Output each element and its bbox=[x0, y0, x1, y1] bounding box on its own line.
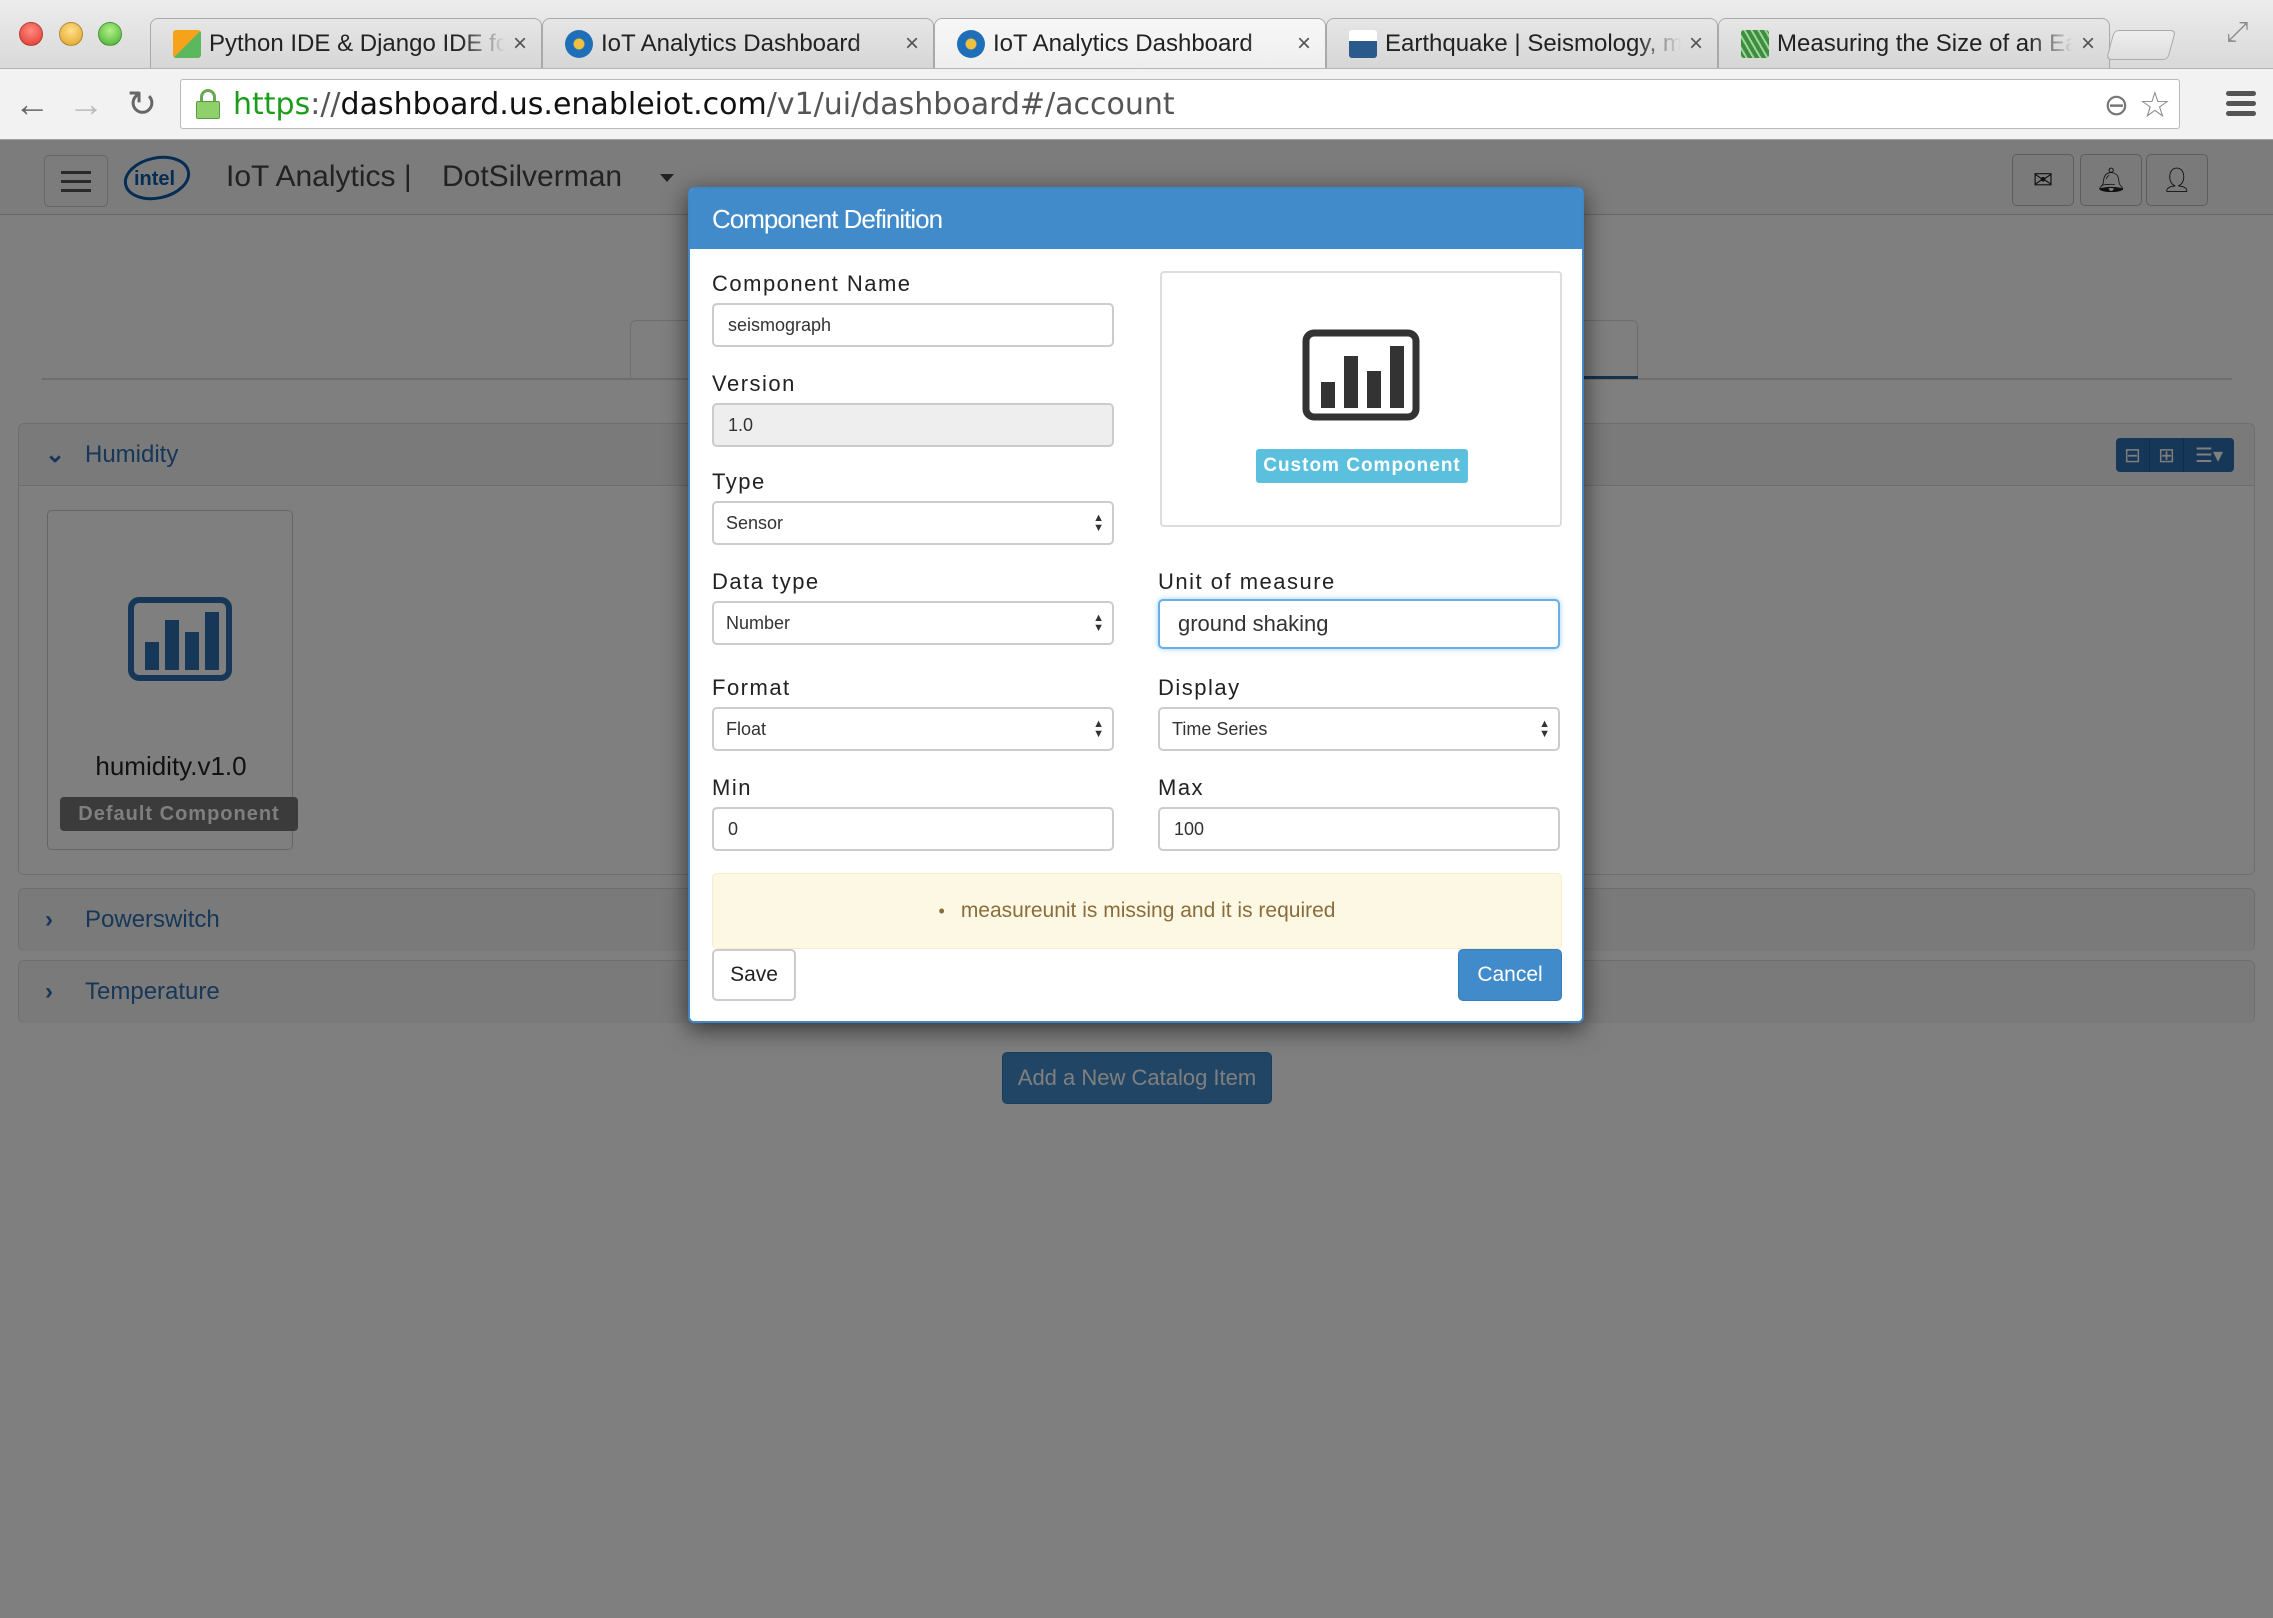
save-button[interactable]: Save bbox=[712, 949, 796, 1001]
forward-icon[interactable]: → bbox=[66, 83, 106, 125]
browser-tab-active[interactable]: IoT Analytics Dashboard × bbox=[934, 18, 1326, 68]
tab-title: Python IDE & Django IDE for Web develope… bbox=[209, 29, 505, 57]
zoom-out-icon[interactable]: ⊖ bbox=[2104, 88, 2129, 123]
select-arrows-icon: ▲ ▼ bbox=[1093, 512, 1104, 534]
display-select-value: Time Series bbox=[1172, 718, 1268, 739]
back-icon[interactable]: ← bbox=[12, 83, 52, 125]
modal-title: Component Definition bbox=[690, 189, 1582, 249]
type-select[interactable]: Sensor ▲ ▼ bbox=[712, 501, 1114, 545]
bullet-icon: • bbox=[938, 900, 945, 921]
iot-dashboard-icon bbox=[957, 29, 985, 58]
new-tab-button[interactable] bbox=[2105, 30, 2177, 60]
select-arrows-icon: ▲ ▼ bbox=[1093, 612, 1104, 634]
url-text[interactable]: https://dashboard.us.enableiot.com/v1/ui… bbox=[233, 87, 1175, 122]
data-type-label: Data type bbox=[712, 569, 820, 594]
lock-icon bbox=[195, 89, 221, 119]
component-name-input[interactable]: seismograph bbox=[712, 303, 1114, 347]
iot-dashboard-icon bbox=[565, 29, 593, 58]
max-label: Max bbox=[1158, 775, 1205, 800]
component-preview: Custom Component bbox=[1160, 271, 1562, 527]
min-label: Min bbox=[712, 775, 752, 800]
reload-icon[interactable]: ↻ bbox=[122, 83, 162, 125]
component-name-label: Component Name bbox=[712, 271, 912, 296]
error-message: measureunit is missing and it is require… bbox=[960, 899, 1336, 922]
type-label: Type bbox=[712, 469, 766, 494]
max-input[interactable]: 100 bbox=[1158, 807, 1560, 851]
version-input: 1.0 bbox=[712, 403, 1114, 447]
data-type-select-value: Number bbox=[726, 612, 791, 633]
display-label: Display bbox=[1158, 675, 1241, 700]
browser-tab-strip: Python IDE & Django IDE for Web develope… bbox=[0, 0, 2273, 68]
bar-chart-icon bbox=[1302, 329, 1420, 421]
close-tab-icon[interactable]: × bbox=[1297, 30, 1311, 58]
tab-title: IoT Analytics Dashboard bbox=[993, 29, 1253, 57]
address-bar[interactable]: https://dashboard.us.enableiot.com/v1/ui… bbox=[180, 79, 2180, 129]
browser-tab[interactable]: Python IDE & Django IDE for Web develope… bbox=[150, 18, 542, 68]
unit-of-measure-input[interactable]: ground shaking bbox=[1158, 599, 1560, 649]
custom-component-badge: Custom Component bbox=[1256, 449, 1468, 483]
type-select-value: Sensor bbox=[726, 512, 784, 533]
select-arrows-icon: ▲ ▼ bbox=[1093, 718, 1104, 740]
close-tab-icon[interactable]: × bbox=[905, 30, 919, 58]
display-select[interactable]: Time Series ▲ ▼ bbox=[1158, 707, 1560, 751]
tab-title: Measuring the Size of an Earthquake bbox=[1777, 29, 2073, 57]
cancel-button[interactable]: Cancel bbox=[1458, 949, 1562, 1001]
data-type-select[interactable]: Number ▲ ▼ bbox=[712, 601, 1114, 645]
select-arrows-icon: ▲ ▼ bbox=[1539, 718, 1550, 740]
fullscreen-icon[interactable]: ⤢ bbox=[2226, 16, 2256, 47]
browser-tab[interactable]: IoT Analytics Dashboard × bbox=[542, 18, 934, 68]
close-tab-icon[interactable]: × bbox=[1689, 30, 1703, 58]
earthquake-site-icon bbox=[1349, 29, 1377, 58]
zoom-window-button[interactable] bbox=[98, 22, 122, 46]
unit-of-measure-label: Unit of measure bbox=[1158, 569, 1336, 594]
browser-menu-icon[interactable] bbox=[2226, 91, 2256, 121]
version-label: Version bbox=[712, 371, 796, 396]
tab-title: Earthquake | Seismology, measurement bbox=[1385, 29, 1681, 57]
format-select-value: Float bbox=[726, 718, 767, 739]
browser-toolbar: ← → ↻ https://dashboard.us.enableiot.com… bbox=[0, 68, 2273, 140]
format-label: Format bbox=[712, 675, 791, 700]
min-input[interactable]: 0 bbox=[712, 807, 1114, 851]
pycharm-icon bbox=[173, 29, 201, 58]
close-tab-icon[interactable]: × bbox=[2081, 30, 2095, 58]
browser-tab[interactable]: Measuring the Size of an Earthquake × bbox=[1718, 18, 2110, 68]
tab-title: IoT Analytics Dashboard bbox=[601, 29, 861, 57]
close-window-button[interactable] bbox=[19, 22, 43, 46]
seismogram-icon bbox=[1741, 29, 1769, 58]
component-definition-modal: Component Definition Component Name seis… bbox=[688, 187, 1584, 1023]
minimize-window-button[interactable] bbox=[59, 22, 83, 46]
validation-error-alert: • measureunit is missing and it is requi… bbox=[712, 873, 1562, 949]
close-tab-icon[interactable]: × bbox=[513, 30, 527, 58]
browser-tab[interactable]: Earthquake | Seismology, measurement × bbox=[1326, 18, 1718, 68]
format-select[interactable]: Float ▲ ▼ bbox=[712, 707, 1114, 751]
bookmark-star-icon[interactable]: ☆ bbox=[2139, 84, 2171, 126]
